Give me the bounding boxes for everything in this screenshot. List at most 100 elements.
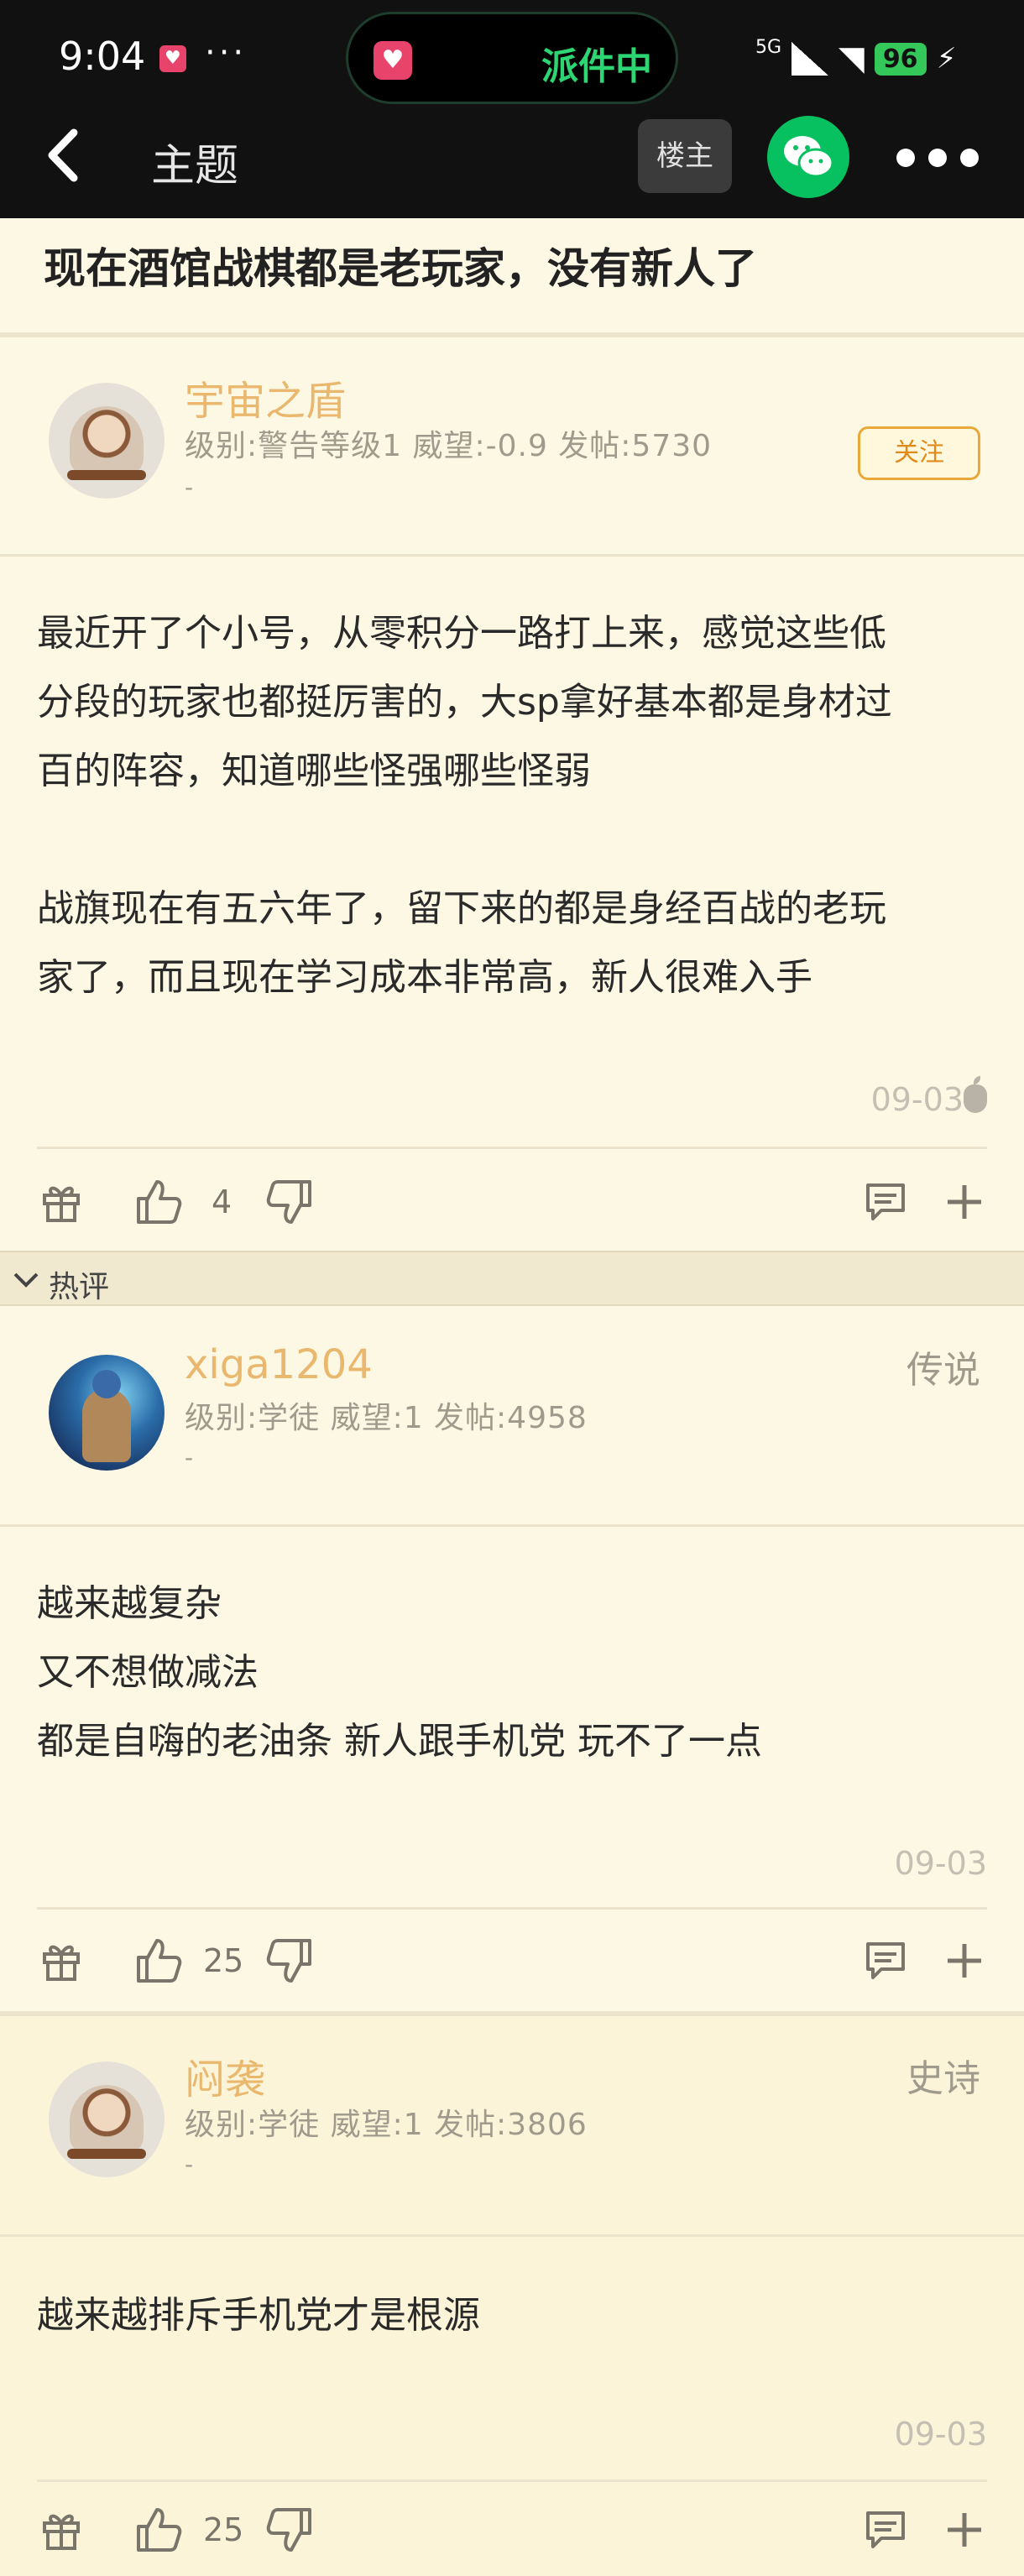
thumbs-up-icon: [137, 2508, 182, 2552]
user-meta: 级别:警告等级1 威望:-0.9 发帖:5730: [185, 429, 713, 463]
like-button[interactable]: [131, 1927, 186, 1994]
status-time: 9:04: [59, 34, 146, 79]
signal-icon: [792, 42, 829, 76]
wifi-icon: ◥: [839, 39, 865, 78]
username[interactable]: xiga1204: [185, 1341, 373, 1388]
dot-icon: [928, 149, 947, 167]
battery-level: 96: [874, 42, 927, 76]
post-actions: 4: [0, 1168, 1024, 1236]
user-tier: 史诗: [906, 2057, 980, 2100]
charging-icon: ⚡: [936, 42, 957, 76]
avatar[interactable]: [49, 1355, 165, 1471]
gift-icon: [43, 2514, 80, 2550]
thumbs-down-icon: [266, 2508, 311, 2552]
diving-helmet-icon: [70, 406, 144, 475]
status-dots: ···: [205, 34, 248, 72]
only-op-button[interactable]: 楼主: [638, 119, 732, 193]
comment-icon: [866, 1183, 905, 1220]
divider: [37, 2479, 987, 2482]
add-button[interactable]: [937, 2496, 992, 2563]
status-indicators: 5G ◥ 96 ⚡: [755, 34, 956, 84]
gift-button[interactable]: [34, 2496, 89, 2563]
post-body-line: 越来越复杂: [37, 1582, 222, 1625]
comment-icon: [866, 1942, 905, 1979]
gift-icon: [43, 1945, 80, 1981]
reply-button[interactable]: [858, 1168, 913, 1236]
pill-status-text: 派件中: [541, 45, 652, 88]
divider: [37, 1907, 987, 1910]
like-count: 25: [203, 2511, 244, 2548]
like-count: 4: [212, 1183, 232, 1220]
wechat-share-button[interactable]: [767, 116, 849, 198]
dot-icon: [896, 149, 915, 167]
post-body-line: 最近开了个小号，从零积分一路打上来，感觉这些低: [37, 612, 886, 655]
gift-icon: [43, 1186, 80, 1222]
post-actions: 25: [0, 2496, 1024, 2563]
reply-post: 闷袭 级别:学徒 威望:1 发帖:3806 - 史诗 越来越排斥手机党才是根源 …: [0, 2011, 1024, 2576]
chevron-left-icon: [48, 128, 78, 182]
post-body-line: 家了，而且现在学习成本非常高，新人很难入手: [37, 956, 812, 999]
reply-post: xiga1204 级别:学徒 威望:1 发帖:4958 - 传说 越来越复杂 又…: [0, 1306, 1024, 2011]
gift-button[interactable]: [34, 1168, 89, 1236]
username[interactable]: 宇宙之盾: [185, 368, 346, 426]
notification-app-icon: [159, 45, 186, 72]
post-body-line: 百的阵容，知道哪些怪强哪些怪弱: [37, 750, 591, 792]
post-date: 09-03: [870, 1081, 964, 1118]
dislike-button[interactable]: [262, 2496, 317, 2563]
dynamic-island-pill[interactable]: ♥ 派件中: [346, 12, 678, 104]
thumbs-down-icon: [266, 1939, 311, 1983]
like-button[interactable]: [131, 1168, 186, 1236]
plus-icon: [948, 2513, 981, 2547]
post-body-line: 又不想做减法: [37, 1651, 259, 1694]
delivery-app-icon: ♥: [374, 41, 412, 80]
post-body-line: 越来越排斥手机党才是根源: [37, 2294, 480, 2337]
diving-helmet-icon: [70, 2085, 144, 2154]
user-tier: 传说: [906, 1349, 980, 1392]
like-button[interactable]: [131, 2496, 186, 2563]
user-meta: 级别:学徒 威望:1 发帖:3806: [185, 2108, 588, 2142]
thumbs-down-icon: [266, 1180, 311, 1224]
gift-button[interactable]: [34, 1927, 89, 1994]
dislike-button[interactable]: [262, 1927, 317, 1994]
user-meta: 级别:学徒 威望:1 发帖:4958: [185, 1401, 588, 1435]
dot-icon: [960, 149, 979, 167]
divider: [0, 2234, 1024, 2237]
apple-device-icon: [964, 1076, 987, 1113]
wechat-icon: [784, 136, 834, 178]
post-op: 宇宙之盾 级别:警告等级1 威望:-0.9 发帖:5730 - 关注 最近开了个…: [0, 337, 1024, 1251]
post-date: 09-03: [894, 2416, 987, 2453]
top-bar: 9:04 ··· ♥ 派件中 5G ◥ 96 ⚡ 主题 楼主: [0, 0, 1024, 218]
add-button[interactable]: [937, 1168, 992, 1236]
divider: [37, 1147, 987, 1149]
more-options-button[interactable]: [896, 141, 980, 175]
dislike-button[interactable]: [262, 1168, 317, 1236]
post-actions: 25: [0, 1927, 1024, 1994]
divider: [0, 1524, 1024, 1527]
plus-icon: [948, 1185, 981, 1219]
user-signature: -: [185, 1444, 194, 1471]
avatar[interactable]: [49, 383, 165, 499]
character-avatar-icon: [82, 1370, 131, 1462]
plus-icon: [948, 1944, 981, 1978]
thumbs-up-icon: [137, 1939, 182, 1983]
hot-comments-header[interactable]: 热评: [0, 1251, 1024, 1306]
avatar[interactable]: [49, 2061, 165, 2177]
post-body-line: 都是自嗨的老油条 新人跟手机党 玩不了一点: [37, 1720, 762, 1763]
like-count: 25: [203, 1942, 244, 1979]
divider: [0, 554, 1024, 556]
reply-button[interactable]: [858, 1927, 913, 1994]
follow-button[interactable]: 关注: [858, 426, 980, 480]
username[interactable]: 闷袭: [185, 2046, 265, 2105]
reply-button[interactable]: [858, 2496, 913, 2563]
user-signature: -: [185, 2150, 194, 2178]
thread-title: 现在酒馆战棋都是老玩家，没有新人了: [44, 244, 757, 293]
hot-comments-label: 热评: [49, 1270, 110, 1304]
back-button[interactable]: [42, 126, 92, 185]
page-title: 主题: [151, 141, 239, 191]
thumbs-up-icon: [137, 1180, 182, 1224]
add-button[interactable]: [937, 1927, 992, 1994]
post-body-line: 战旗现在有五六年了，留下来的都是身经百战的老玩: [37, 887, 886, 930]
post-body-line: 分段的玩家也都挺厉害的，大sp拿好基本都是身材过: [37, 681, 892, 724]
user-signature: -: [185, 473, 194, 501]
post-date: 09-03: [894, 1845, 987, 1882]
